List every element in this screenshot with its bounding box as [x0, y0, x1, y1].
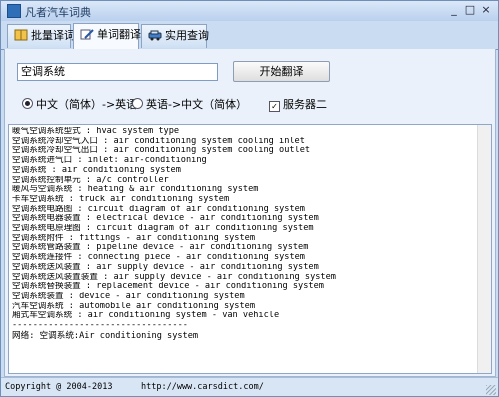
radio-label: 中文（简体）->英语	[36, 98, 138, 111]
website-link[interactable]: http://www.carsdict.com/	[141, 378, 264, 396]
result-line: 空调系统管路装置 : pipeline device - air conditi…	[12, 243, 309, 253]
result-line: 空调系统送风装置 : air supply device - air condi…	[12, 262, 319, 272]
car-icon	[148, 27, 162, 41]
maximize-icon[interactable]: □	[463, 3, 477, 17]
window-title: 凡者汽车词典	[25, 6, 91, 19]
server2-checkbox[interactable]: ✓ 服务器二	[269, 96, 327, 112]
result-line: 空调系统附件 : fittings - air conditioning sys…	[12, 233, 255, 243]
radio-en-to-zh[interactable]: 英语->中文（简体）	[132, 96, 247, 112]
result-line: 空调系统冷却空气入口 : air conditioning system coo…	[12, 136, 305, 146]
title-bar: 凡者汽车词典 _ □ ×	[1, 1, 498, 21]
results-textarea[interactable]: 暖气空调系统型式 : hvac system type 空调系统冷却空气入口 :…	[8, 124, 492, 374]
result-line: 厢式车空调系统 : air conditioning system - van …	[12, 311, 280, 321]
resize-grip-icon[interactable]	[486, 385, 496, 395]
tab-practical-query[interactable]: 实用查询	[141, 24, 209, 48]
result-line: 空调系统装置 : device - air conditioning syste…	[12, 291, 245, 301]
tab-label: 批量译词	[31, 29, 75, 42]
result-line: 空调系统控制单元 : a/c controller	[12, 175, 169, 185]
result-line: 空调系统 : air conditioning system	[12, 165, 181, 175]
checkmark-icon: ✓	[269, 101, 280, 112]
result-line: 空调系统送风装置装置 : air supply device - air con…	[12, 272, 336, 282]
result-line: 空调系统进气口 : inlet: air-conditioning	[12, 156, 207, 166]
result-line: 暖气空调系统型式 : hvac system type	[12, 127, 180, 136]
status-bar: Copyright @ 2004-2013 http://www.carsdic…	[1, 377, 498, 396]
checkbox-label: 服务器二	[283, 98, 327, 111]
tab-label: 实用查询	[165, 29, 209, 42]
copyright-text: Copyright @ 2004-2013	[5, 382, 113, 392]
tab-label: 单词翻译	[97, 28, 141, 41]
result-line: 空调系统电原理图 : circuit diagram of air condit…	[12, 224, 314, 234]
results-content: 暖气空调系统型式 : hvac system type 空调系统冷却空气入口 :…	[12, 127, 477, 341]
word-translate-panel: 空调系统 开始翻译 中文（简体）->英语 英语->中文（简体） ✓ 服务器二 暖气…	[4, 49, 496, 377]
result-line: 卡车空调系统 : truck air conditioning system	[12, 194, 230, 204]
result-line: 空调系统冷却空气出口 : air conditioning system coo…	[12, 146, 311, 156]
result-line: 暖风与空调系统 : heating & air conditioning sys…	[12, 185, 259, 195]
tab-bar: 批量译词 单词翻译 实用查询 注册设置主页	[1, 21, 498, 66]
radio-label: 英语->中文（简体）	[146, 98, 248, 111]
app-icon	[7, 4, 21, 18]
result-line: 空调系统替换装置 : replacement device - air cond…	[12, 282, 324, 292]
book-icon	[14, 27, 28, 41]
minimize-icon[interactable]: _	[447, 3, 461, 17]
results-scrollbar[interactable]	[477, 125, 491, 373]
network-result: 网络: 空调系统:Air conditioning system	[12, 330, 199, 341]
tab-word-translate[interactable]: 单词翻译	[73, 23, 141, 49]
radio-zh-to-en[interactable]: 中文（简体）->英语	[22, 96, 137, 112]
close-icon[interactable]: ×	[479, 3, 493, 17]
pen-icon	[80, 26, 94, 40]
app-window: 凡者汽车词典 _ □ × 批量译词 单词翻译 实用查询 注册设置主页 空调系统 …	[0, 0, 499, 397]
result-line: 汽车空调系统 : automobile air conditioning sys…	[12, 301, 255, 311]
tab-batch-translate[interactable]: 批量译词	[7, 24, 75, 48]
result-line: 空调系统电器装置 : electrical device - air condi…	[12, 214, 319, 224]
result-line: 空调系统连接件 : connecting piece - air conditi…	[12, 253, 305, 263]
radio-unselected-icon	[132, 98, 143, 109]
radio-selected-icon	[22, 98, 33, 109]
result-separator: ----------------------------------	[12, 321, 188, 331]
search-input[interactable]: 空调系统	[17, 63, 218, 81]
start-translate-button[interactable]: 开始翻译	[233, 61, 330, 82]
result-line: 空调系统电路图 : circuit diagram of air conditi…	[12, 204, 305, 214]
